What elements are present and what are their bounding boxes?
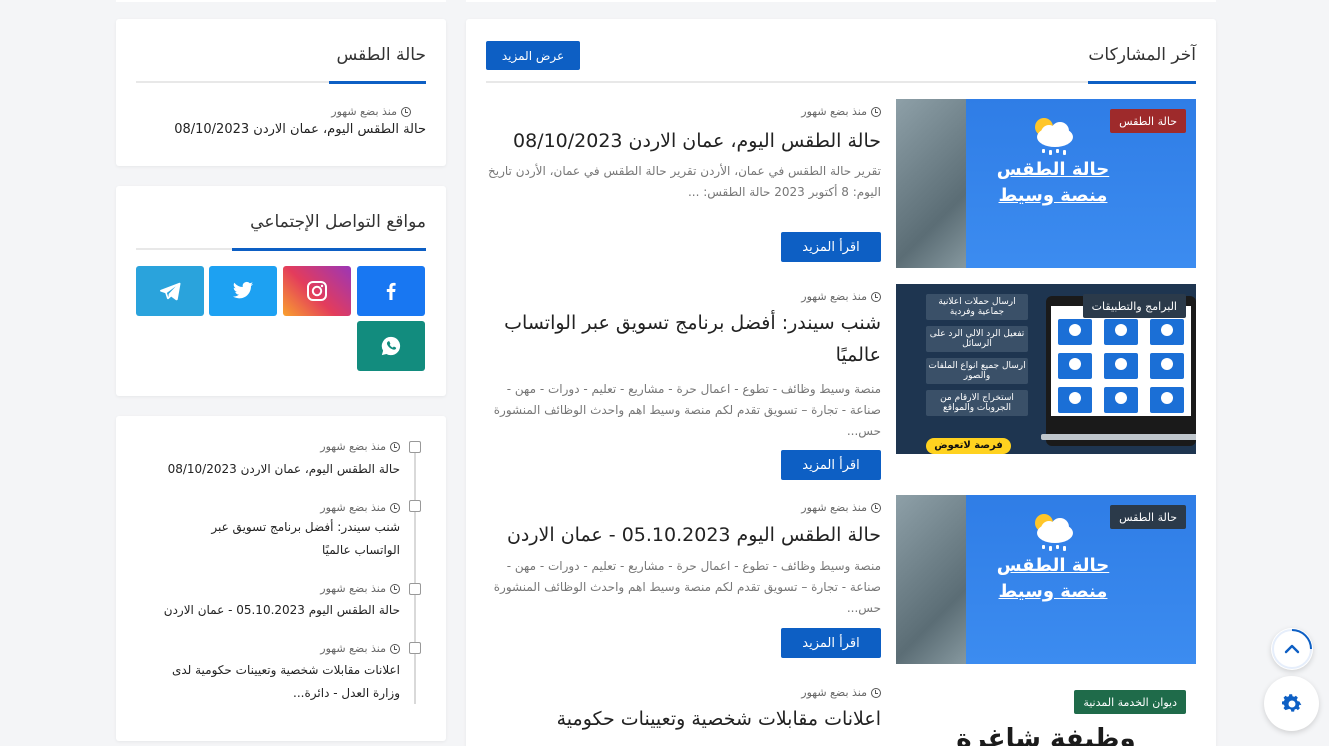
read-more-button[interactable]: اقرأ المزيد xyxy=(781,450,881,480)
post-time: منذ بضع شهور xyxy=(320,440,400,453)
thumb-text-1: حالة الطقس xyxy=(996,555,1110,576)
post-time: منذ بضع شهور xyxy=(320,501,400,514)
clock-icon xyxy=(390,583,400,594)
thumb-text-1: وظيفة شاغرة xyxy=(956,724,1136,746)
timeline-marker xyxy=(409,583,421,595)
category-tag[interactable]: البرامج والتطبيقات xyxy=(1082,294,1186,318)
main-top-strip xyxy=(466,0,1216,2)
timeline-line xyxy=(414,446,416,704)
post-thumbnail[interactable]: حالة الطقس منصة وسيط حالة الطقس xyxy=(896,99,1196,268)
twitter-button[interactable] xyxy=(209,266,277,316)
weather-widget-heading: حالة الطقس xyxy=(336,45,426,65)
telegram-button[interactable] xyxy=(136,266,204,316)
clock-icon xyxy=(390,441,400,452)
heading-divider xyxy=(486,81,1196,84)
clock-icon xyxy=(871,291,881,302)
settings-button[interactable] xyxy=(1264,676,1319,731)
recent-posts-heading: آخر المشاركات xyxy=(1088,45,1196,65)
weather-cloud-icon xyxy=(1035,118,1073,155)
scroll-to-top-button[interactable] xyxy=(1271,628,1313,670)
recent-posts-card: آخر المشاركات عرض المزيد حالة الطقس منصة… xyxy=(466,19,1216,746)
read-more-button[interactable]: اقرأ المزيد xyxy=(781,628,881,658)
instagram-button[interactable] xyxy=(283,266,351,316)
social-widget: مواقع التواصل الإجتماعي xyxy=(116,186,446,396)
post-title[interactable]: شنب سيندر: أفضل برنامج تسويق عبر الواتسا… xyxy=(481,307,881,371)
post-time: منذ بضع شهور xyxy=(320,582,400,595)
post-excerpt: منصة وسيط وظائف - تطوع - اعمال حرة - مشا… xyxy=(493,559,881,615)
post-time: منذ بضع شهور xyxy=(801,501,881,514)
post-excerpt: تقرير حالة الطقس في عمان، الأردن تقرير ح… xyxy=(488,164,881,199)
timeline-post-title[interactable]: حالة الطقس اليوم، عمان الاردن 08/10/2023 xyxy=(150,458,400,480)
post-time: منذ بضع شهور xyxy=(320,642,400,655)
whatsapp-button[interactable] xyxy=(357,321,425,371)
category-tag[interactable]: حالة الطقس xyxy=(1110,505,1186,529)
post-thumbnail[interactable]: وظيفة شاغرة ديوان الخدمة المدنية xyxy=(896,680,1196,746)
clock-icon xyxy=(871,502,881,513)
post-time: منذ بضع شهور xyxy=(331,105,411,118)
promo-item: ارسال حملات اعلانية جماعية وفردية xyxy=(926,294,1028,320)
weather-cloud-icon xyxy=(1035,514,1073,551)
facebook-icon xyxy=(386,282,396,300)
thumb-text-2: منصة وسيط xyxy=(998,185,1108,206)
post-excerpt: منصة وسيط وظائف - تطوع - اعمال حرة - مشا… xyxy=(493,382,881,438)
timeline-marker xyxy=(409,441,421,453)
timeline-widget: منذ بضع شهور حالة الطقس اليوم، عمان الار… xyxy=(116,416,446,741)
post-title[interactable]: حالة الطقس اليوم، عمان الاردن 08/10/2023 xyxy=(481,124,881,158)
clock-icon xyxy=(390,502,400,513)
whatsapp-icon xyxy=(381,336,401,356)
post-thumbnail[interactable]: ارسال حملات اعلانية جماعية وفردية تفعيل … xyxy=(896,284,1196,454)
promo-item: ارسال جميع انواع الملفات والصور xyxy=(926,358,1028,384)
promo-badge: فرصة لاتعوض xyxy=(926,438,1011,454)
weather-widget: حالة الطقس منذ بضع شهور حالة الطقس اليوم… xyxy=(116,19,446,166)
chevron-up-icon xyxy=(1272,629,1312,669)
timeline-marker xyxy=(409,642,421,654)
timeline-marker xyxy=(409,500,421,512)
post-time: منذ بضع شهور xyxy=(801,105,881,118)
social-widget-heading: مواقع التواصل الإجتماعي xyxy=(250,212,426,232)
read-more-button[interactable]: اقرأ المزيد xyxy=(781,232,881,262)
post-title[interactable]: حالة الطقس اليوم 05.10.2023 - عمان الارد… xyxy=(481,518,881,552)
view-more-button[interactable]: عرض المزيد xyxy=(486,41,580,70)
heading-divider xyxy=(136,81,426,84)
post-title[interactable]: حالة الطقس اليوم، عمان الاردن 08/10/2023 xyxy=(174,122,426,137)
telegram-icon xyxy=(160,282,181,301)
post-title[interactable]: اعلانات مقابلات شخصية وتعيينات حكومية xyxy=(481,703,881,735)
promo-item: تفعيل الرد الالي الرد على الرسائل xyxy=(926,326,1028,352)
gear-icon xyxy=(1281,693,1301,712)
clock-icon xyxy=(871,687,881,698)
clock-icon xyxy=(401,106,411,117)
promo-item: استخراج الارقام من الجروبات والمواقع xyxy=(926,390,1028,416)
post-time: منذ بضع شهور xyxy=(801,290,881,303)
timeline-post-title[interactable]: شنب سيندر: أفضل برنامج تسويق عبر الواتسا… xyxy=(170,516,400,562)
heading-divider xyxy=(136,248,426,251)
category-tag[interactable]: حالة الطقس xyxy=(1110,109,1186,133)
sidebar-top-strip xyxy=(116,0,446,2)
timeline-post-title[interactable]: حالة الطقس اليوم 05.10.2023 - عمان الارد… xyxy=(150,599,400,621)
twitter-icon xyxy=(232,281,254,299)
timeline-post-title[interactable]: اعلانات مقابلات شخصية وتعيينات حكومية لد… xyxy=(150,659,400,705)
post-thumbnail[interactable]: حالة الطقس منصة وسيط حالة الطقس xyxy=(896,495,1196,664)
facebook-button[interactable] xyxy=(357,266,425,316)
clock-icon xyxy=(871,106,881,117)
clock-icon xyxy=(390,643,400,654)
category-tag[interactable]: ديوان الخدمة المدنية xyxy=(1074,690,1186,714)
thumb-text-2: منصة وسيط xyxy=(998,581,1108,602)
instagram-icon xyxy=(307,281,327,301)
app-icons-grid xyxy=(1058,319,1184,413)
thumb-text-1: حالة الطقس xyxy=(996,159,1110,180)
post-time: منذ بضع شهور xyxy=(801,686,881,699)
